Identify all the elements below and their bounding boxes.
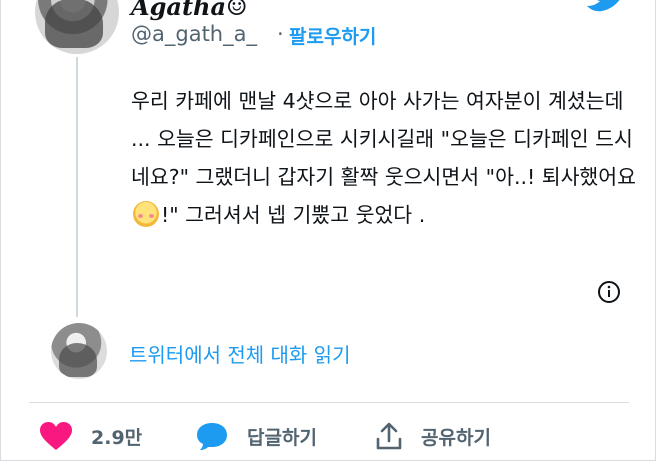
author-display-name[interactable]: Agatha☺︎ xyxy=(131,0,248,21)
read-full-conversation-link[interactable]: 트위터에서 전체 대화 읽기 xyxy=(129,339,350,368)
like-button[interactable]: 2.9만 xyxy=(39,416,142,456)
tweet-text-part-2: !" 그러셔서 넵 기뿠고 웃었다 . xyxy=(161,203,426,227)
follow-button[interactable]: 팔로우하기 xyxy=(289,22,376,49)
thread-avatar[interactable] xyxy=(51,323,107,379)
share-icon xyxy=(376,422,402,450)
tweet-text-part-1: 우리 카페에 맨날 4샷으로 아아 사가는 여자분이 계셨는데 ... 오늘은 … xyxy=(131,89,637,189)
actions-divider xyxy=(29,402,629,403)
share-button[interactable]: 공유하기 xyxy=(375,416,491,456)
share-label: 공유하기 xyxy=(421,426,491,449)
author-handle[interactable]: @a_gath_a_ xyxy=(131,22,257,46)
action-bar: 2.9만 답글하기 공유하기 xyxy=(1,416,658,456)
heart-icon xyxy=(40,422,72,450)
tweet-text: 우리 카페에 맨날 4샷으로 아아 사가는 여자분이 계셨는데 ... 오늘은 … xyxy=(131,82,636,234)
info-icon[interactable] xyxy=(597,280,621,304)
like-count: 2.9만 xyxy=(91,426,143,449)
speech-bubble-icon xyxy=(197,423,227,450)
thread-connector-line xyxy=(76,57,78,317)
author-avatar[interactable] xyxy=(35,0,119,54)
twitter-bird-icon[interactable] xyxy=(586,0,626,14)
reply-label: 답글하기 xyxy=(247,426,317,449)
blushing-smile-emoji-icon xyxy=(133,201,159,227)
reply-button[interactable]: 답글하기 xyxy=(195,416,317,456)
separator-dot: · xyxy=(277,22,284,46)
tweet-embed-card: Agatha☺︎ @a_gath_a_ · 팔로우하기 우리 카페에 맨날 4샷… xyxy=(0,0,656,461)
